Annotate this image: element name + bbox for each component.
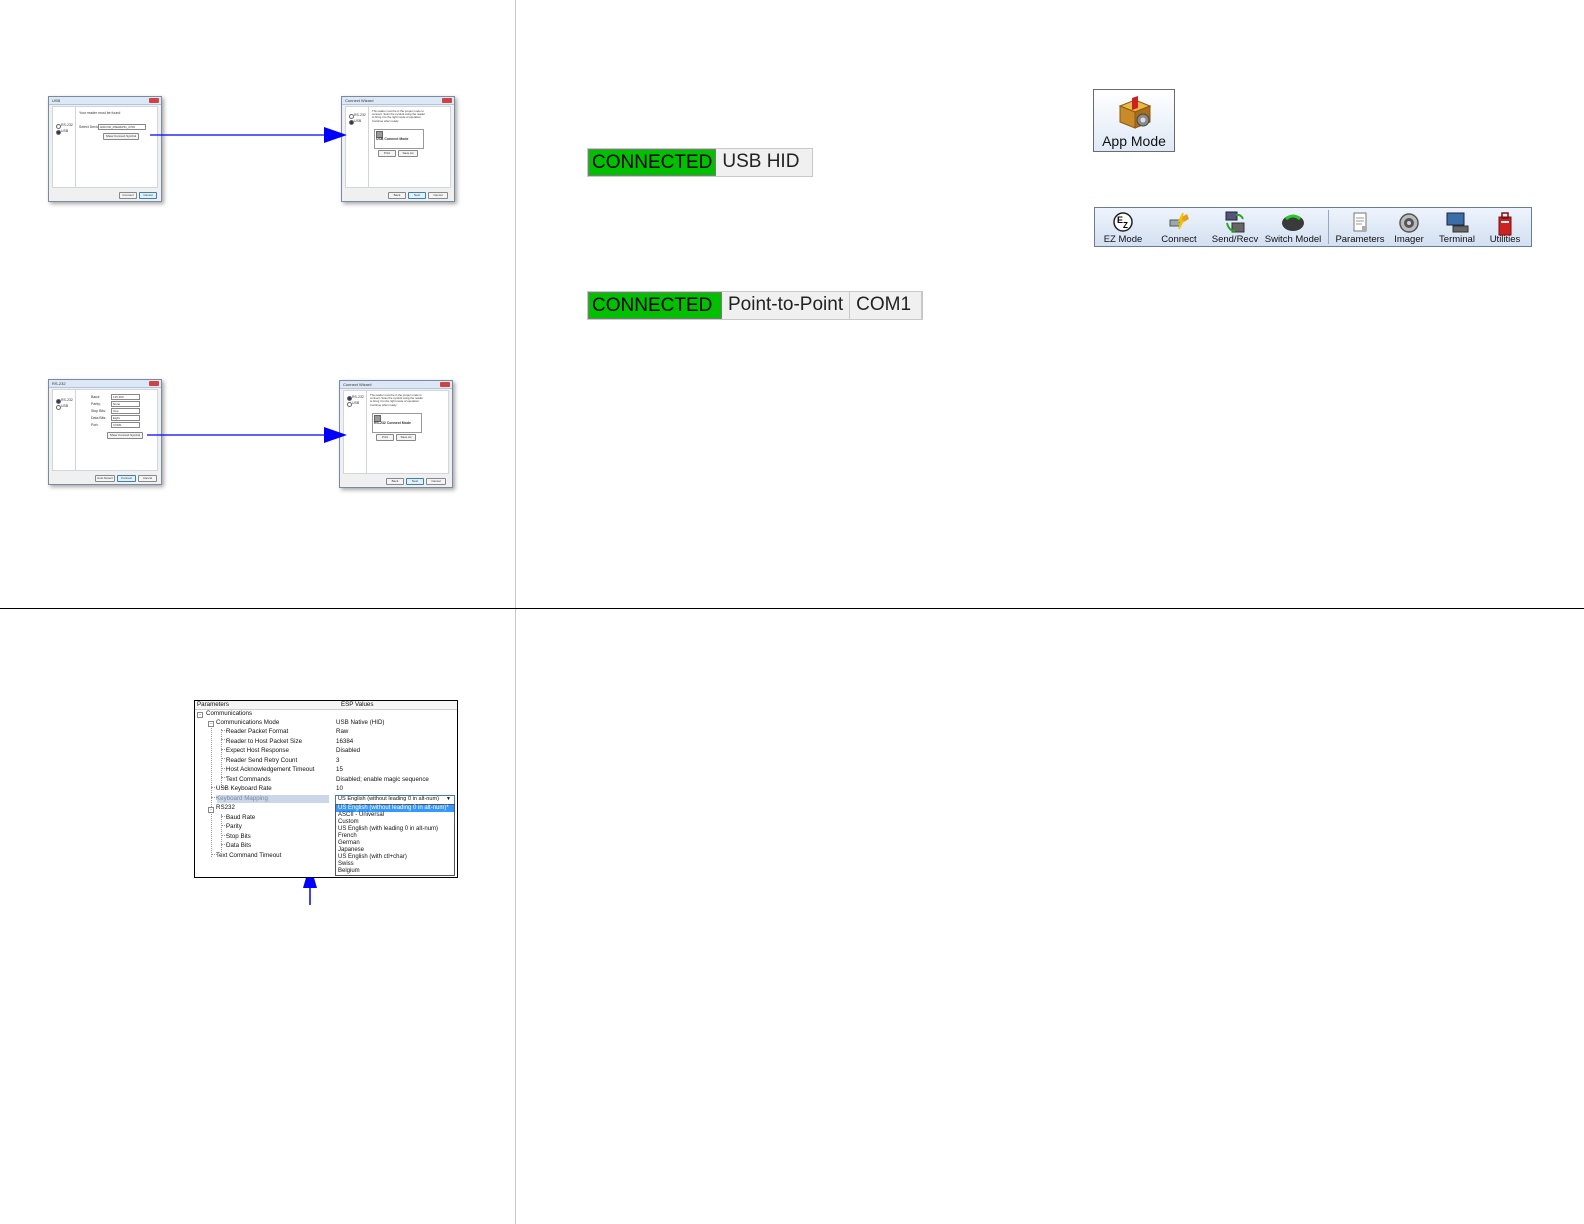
param-label[interactable]: Data Bits <box>226 842 251 850</box>
dropdown-option[interactable]: US English (without leading 0 in alt-num… <box>338 805 449 812</box>
column-header-parameters: Parameters <box>197 701 229 708</box>
param-value[interactable]: Disabled; enable magic sequence <box>336 776 429 784</box>
combobox-value: US English (without leading 0 in alt-num… <box>338 796 440 802</box>
ez-mode-icon: EZ <box>1113 212 1133 232</box>
connect-label: Connect <box>1161 234 1197 245</box>
arrow-rs232 <box>147 427 347 443</box>
connect-plug-icon <box>1169 212 1189 230</box>
svg-text:Z: Z <box>1123 221 1128 230</box>
send-recv-icon <box>1225 211 1245 233</box>
main-toolbar: EZ EZ Mode Connect Send/Recv Switch Mode… <box>1094 207 1532 247</box>
chevron-down-icon[interactable]: ▼ <box>446 795 451 803</box>
param-label[interactable]: Text Command Timeout <box>216 852 281 860</box>
send-recv-button[interactable]: Send/Recv <box>1212 208 1258 246</box>
dropdown-option[interactable]: German <box>338 840 360 847</box>
dropdown-option[interactable]: US English (with ctl+char) <box>338 854 407 861</box>
connect-button[interactable]: Connect <box>1157 208 1201 246</box>
ez-mode-button[interactable]: EZ EZ Mode <box>1101 208 1145 246</box>
param-value[interactable]: 15 <box>336 766 343 774</box>
connected-indicator: CONNECTED <box>588 292 722 319</box>
param-label[interactable]: Parity <box>226 823 242 831</box>
tree-node-rs232[interactable]: RS232 <box>216 804 235 812</box>
param-label[interactable]: Communications Mode <box>216 719 279 727</box>
param-label[interactable]: Baud Rate <box>226 814 255 822</box>
param-value[interactable]: 10 <box>336 785 343 793</box>
switch-model-label: Switch Model <box>1264 234 1322 245</box>
param-value[interactable]: Raw <box>336 728 348 736</box>
param-value[interactable]: Disabled <box>336 747 360 755</box>
ez-mode-label: EZ Mode <box>1103 234 1143 245</box>
param-value[interactable]: USB Native (HID) <box>336 719 384 727</box>
connection-mode: Point-to-Point <box>722 292 851 319</box>
grid-header: Parameters ESP Values <box>195 701 457 710</box>
dropdown-option[interactable]: Belgium <box>338 868 360 875</box>
imager-camera-icon <box>1399 213 1419 233</box>
collapse-icon[interactable]: − <box>208 807 214 813</box>
tree-node-communications[interactable]: Communications <box>206 710 252 718</box>
keyboard-mapping-dropdown-list: US English (without leading 0 in alt-num… <box>335 804 455 876</box>
arrow-usb <box>150 127 347 143</box>
dropdown-option[interactable]: French <box>338 833 357 840</box>
switch-model-button[interactable]: Switch Model <box>1265 208 1321 246</box>
vertical-divider <box>515 0 516 1224</box>
connection-mode: USB HID <box>722 151 800 172</box>
utilities-label: Utilities <box>1489 234 1521 245</box>
tree-line <box>211 721 212 857</box>
dropdown-option[interactable]: Custom <box>338 819 359 826</box>
param-label[interactable]: Reader Send Retry Count <box>226 757 297 765</box>
utilities-button[interactable]: Utilities <box>1483 208 1527 246</box>
dropdown-option[interactable]: Japanese <box>338 847 364 854</box>
param-value[interactable]: 16384 <box>336 738 353 746</box>
parameter-grid: Parameters ESP Values − − − Communicatio… <box>194 700 458 878</box>
column-header-values: ESP Values <box>341 701 374 708</box>
parameters-icon <box>1353 212 1367 232</box>
param-label[interactable]: Expect Host Response <box>226 747 289 755</box>
switch-model-icon <box>1282 214 1304 231</box>
dropdown-option[interactable]: US English (with leading 0 in alt-num) <box>338 826 438 833</box>
dropdown-option[interactable]: Swiss <box>338 861 354 868</box>
param-label[interactable]: Text Commands <box>226 776 271 784</box>
param-label[interactable]: Host Acknowledgement Timeout <box>226 766 314 774</box>
status-bar-usb: CONNECTED USB HID <box>587 148 814 177</box>
param-label-selected[interactable]: Keyboard Mapping <box>216 795 268 803</box>
param-label[interactable]: Reader to Host Packet Size <box>226 738 302 746</box>
param-value[interactable]: 3 <box>336 757 339 765</box>
app-mode-box-icon <box>1118 96 1152 129</box>
param-label[interactable]: Stop Bits <box>226 833 251 841</box>
app-mode-button[interactable]: App Mode <box>1093 89 1175 152</box>
param-label[interactable]: Reader Packet Format <box>226 728 288 736</box>
collapse-icon[interactable]: − <box>197 712 203 718</box>
tree-line <box>221 814 222 852</box>
connected-indicator: CONNECTED <box>588 149 717 176</box>
status-bar-rs232: CONNECTED Point-to-Point COM1 <box>587 291 924 320</box>
app-mode-label: App Mode <box>1102 133 1166 149</box>
dropdown-option[interactable]: ASCII - Universal <box>338 812 384 819</box>
param-label[interactable]: USB Keyboard Rate <box>216 785 272 793</box>
terminal-icon <box>1446 212 1469 233</box>
collapse-icon[interactable]: − <box>208 721 214 727</box>
connection-port: COM1 <box>850 292 923 319</box>
